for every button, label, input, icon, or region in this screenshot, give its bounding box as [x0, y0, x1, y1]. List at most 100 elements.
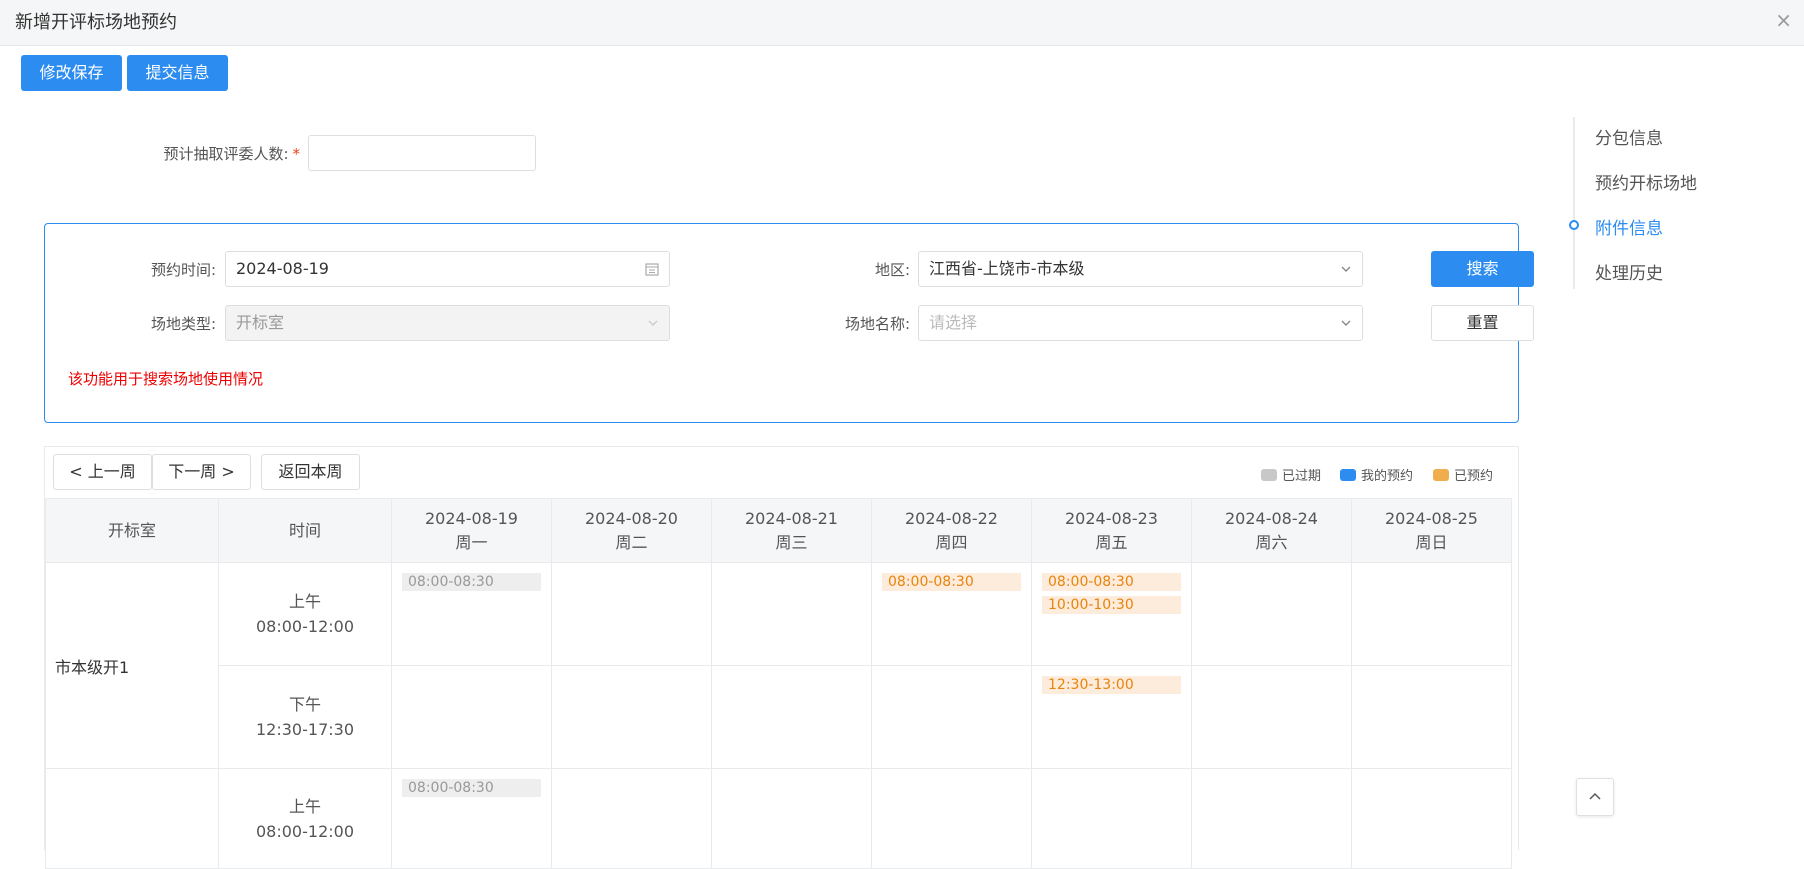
required-mark: * — [292, 145, 301, 163]
day-date: 2024-08-19 — [425, 508, 518, 528]
expired-slot[interactable]: 08:00-08:30 — [402, 573, 541, 591]
day-header: 2024-08-22 周四 — [871, 498, 1032, 563]
day-weekday: 周六 — [1255, 532, 1288, 552]
period-range: 08:00-12:00 — [256, 617, 354, 636]
chevron-down-icon — [647, 306, 659, 342]
day-header: 2024-08-25 周日 — [1351, 498, 1512, 563]
region-select[interactable]: 江西省-上饶市-市本级 — [918, 251, 1363, 287]
day-header: 2024-08-21 周三 — [711, 498, 872, 563]
day-weekday: 周一 — [455, 532, 488, 552]
period-label: 上午 — [288, 796, 321, 816]
legend-expired-label: 已过期 — [1282, 469, 1322, 484]
close-icon[interactable]: × — [1775, 8, 1792, 32]
day-slot-cell[interactable]: 08:00-08:30 — [391, 768, 552, 869]
venue-type-value: 开标室 — [236, 313, 285, 332]
day-header: 2024-08-24 周六 — [1191, 498, 1352, 563]
day-slot-cell[interactable] — [551, 562, 712, 666]
period-range: 12:30-17:30 — [256, 720, 354, 739]
day-weekday: 周二 — [615, 532, 648, 552]
search-hint: 该功能用于搜索场地使用情况 — [68, 370, 264, 388]
legend-expired-swatch — [1261, 468, 1277, 481]
booked-slot[interactable]: 10:00-10:30 — [1042, 596, 1181, 614]
day-header: 2024-08-23 周五 — [1031, 498, 1192, 563]
day-slot-cell[interactable] — [711, 562, 872, 666]
next-week-button[interactable]: 下一周 > — [152, 454, 251, 490]
anchor-nav: 分包信息 预约开标场地 附件信息 处理历史 — [1569, 117, 1723, 289]
day-date: 2024-08-20 — [585, 508, 678, 528]
period-cell: 下午 12:30-17:30 — [218, 665, 392, 769]
schedule-row: 上午 08:00-12:00 08:00-08:30 — [45, 768, 1512, 869]
anchor-item-attachments[interactable]: 附件信息 — [1595, 214, 1663, 239]
booking-date-value: 2024-08-19 — [236, 259, 329, 278]
day-slot-cell[interactable]: 08:00-08:30 — [391, 562, 552, 666]
day-date: 2024-08-21 — [745, 508, 838, 528]
anchor-item-package[interactable]: 分包信息 — [1595, 124, 1663, 149]
day-slot-cell[interactable]: 12:30-13:00 — [1031, 665, 1192, 769]
day-slot-cell[interactable] — [1351, 768, 1512, 869]
period-cell: 上午 08:00-12:00 — [218, 562, 392, 666]
day-date: 2024-08-25 — [1385, 508, 1478, 528]
legend-mine-swatch — [1340, 468, 1356, 481]
anchor-item-venue-booking[interactable]: 预约开标场地 — [1595, 169, 1697, 194]
legend-expired: 已过期 — [1261, 465, 1321, 484]
legend-booked-label: 已预约 — [1454, 469, 1494, 484]
schedule-header-row: 开标室 时间 2024-08-19 周一 2024-08-20 周二 2024-08… — [45, 498, 1512, 563]
search-button[interactable]: 搜索 — [1431, 251, 1534, 287]
room-name-cell: 市本级开1 — [45, 562, 219, 769]
venue-type-select: 开标室 — [225, 305, 670, 341]
day-slot-cell[interactable] — [551, 768, 712, 869]
this-week-button[interactable]: 返回本周 — [261, 454, 360, 490]
back-to-top-button[interactable] — [1576, 778, 1614, 816]
day-slot-cell[interactable] — [871, 768, 1032, 869]
day-slot-cell[interactable] — [1191, 665, 1352, 769]
day-slot-cell[interactable] — [711, 768, 872, 869]
venue-name-placeholder: 请选择 — [929, 313, 978, 332]
chevron-down-icon — [1340, 306, 1352, 342]
reviewer-count-input[interactable] — [308, 135, 536, 171]
room-header: 开标室 — [45, 498, 219, 563]
day-slot-cell[interactable] — [1351, 562, 1512, 666]
day-slot-cell[interactable] — [1031, 768, 1192, 869]
booking-time-label: 预约时间: — [150, 261, 216, 279]
time-header: 时间 — [218, 498, 392, 563]
dialog-title: 新增开评标场地预约 — [15, 12, 177, 33]
day-date: 2024-08-23 — [1065, 508, 1158, 528]
day-weekday: 周五 — [1095, 532, 1128, 552]
day-slot-cell[interactable] — [711, 665, 872, 769]
region-value: 江西省-上饶市-市本级 — [929, 259, 1085, 278]
day-date: 2024-08-24 — [1225, 508, 1318, 528]
booked-slot[interactable]: 12:30-13:00 — [1042, 676, 1181, 694]
day-slot-cell[interactable]: 08:00-08:30 10:00-10:30 — [1031, 562, 1192, 666]
day-slot-cell[interactable] — [391, 665, 552, 769]
booked-slot[interactable]: 08:00-08:30 — [882, 573, 1021, 591]
day-slot-cell[interactable] — [871, 665, 1032, 769]
day-slot-cell[interactable] — [1191, 562, 1352, 666]
day-slot-cell[interactable] — [1191, 768, 1352, 869]
day-slot-cell[interactable]: 08:00-08:30 — [871, 562, 1032, 666]
day-header: 2024-08-19 周一 — [391, 498, 552, 563]
schedule-table: 开标室 时间 2024-08-19 周一 2024-08-20 周二 2024-08… — [45, 498, 1512, 869]
reset-button[interactable]: 重置 — [1431, 305, 1534, 341]
chevron-up-icon — [1588, 789, 1602, 808]
submit-button[interactable]: 提交信息 — [127, 55, 228, 91]
legend-mine-label: 我的预约 — [1361, 469, 1414, 484]
day-slot-cell[interactable] — [1351, 665, 1512, 769]
booked-slot[interactable]: 08:00-08:30 — [1042, 573, 1181, 591]
venue-name-select[interactable]: 请选择 — [918, 305, 1363, 341]
venue-type-label: 场地类型: — [150, 315, 216, 333]
day-weekday: 周三 — [775, 532, 808, 552]
anchor-item-history[interactable]: 处理历史 — [1595, 259, 1663, 284]
region-label: 地区: — [874, 261, 910, 279]
booking-date-input[interactable]: 2024-08-19 — [225, 251, 670, 287]
room-name-cell — [45, 768, 219, 869]
day-weekday: 周四 — [935, 532, 968, 552]
day-slot-cell[interactable] — [551, 665, 712, 769]
period-cell: 上午 08:00-12:00 — [218, 768, 392, 869]
day-date: 2024-08-22 — [905, 508, 998, 528]
expired-slot[interactable]: 08:00-08:30 — [402, 779, 541, 797]
day-header: 2024-08-20 周二 — [551, 498, 712, 563]
period-label: 下午 — [288, 695, 321, 714]
save-button[interactable]: 修改保存 — [21, 55, 122, 91]
dialog-header: 新增开评标场地预约 × — [0, 0, 1804, 46]
prev-week-button[interactable]: < 上一周 — [53, 454, 152, 490]
